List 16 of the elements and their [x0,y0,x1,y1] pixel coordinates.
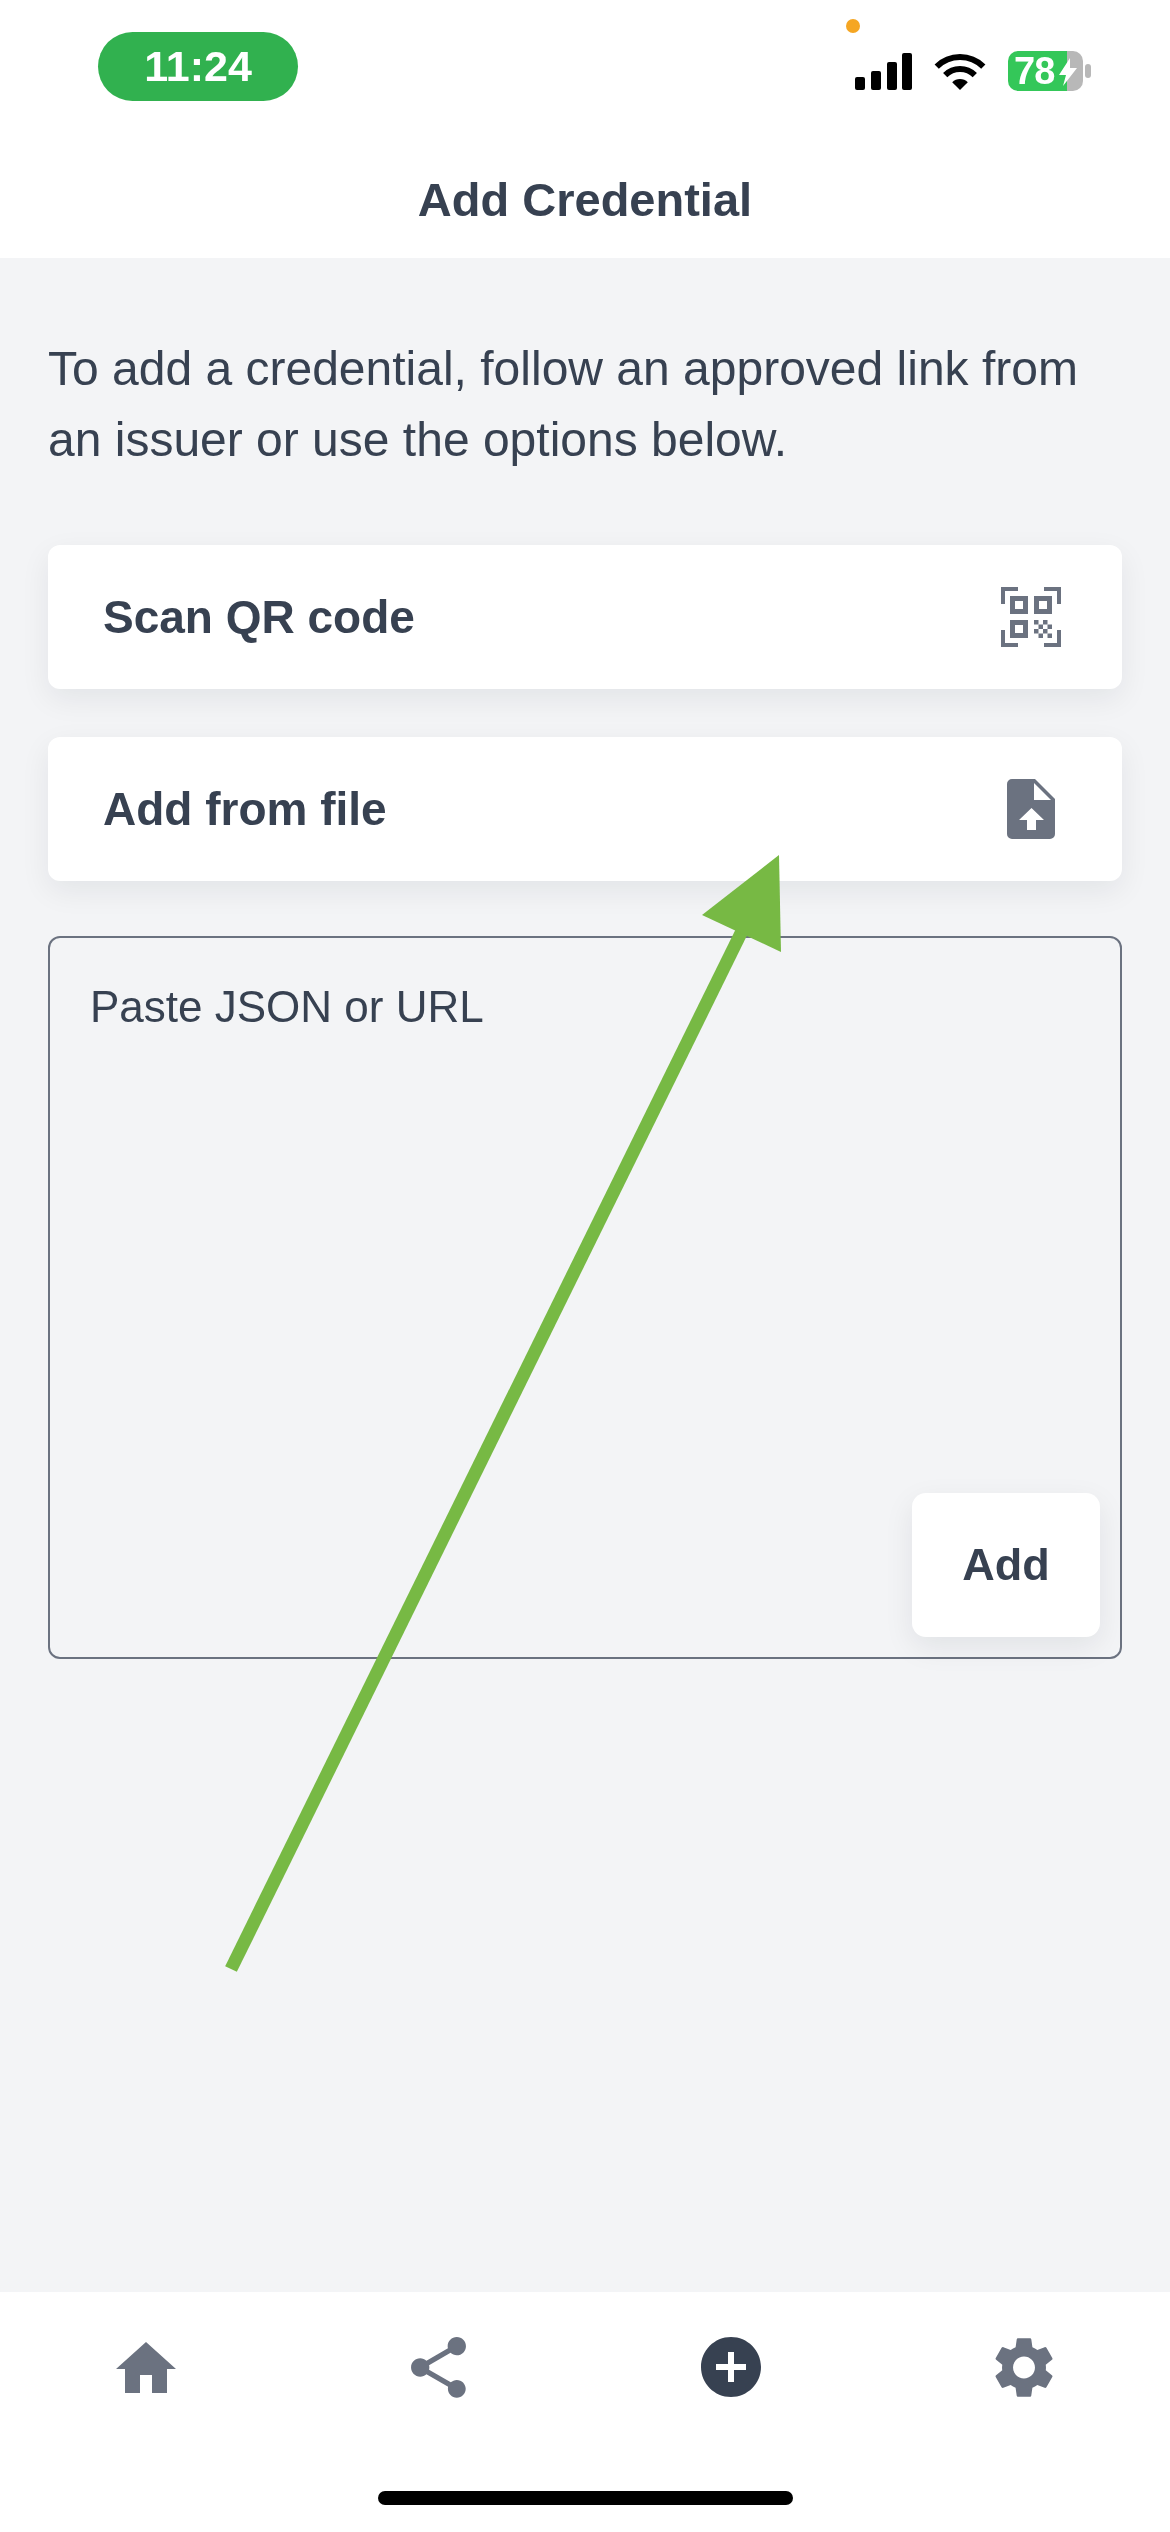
add-button[interactable]: Add [912,1493,1100,1637]
screen-title: Add Credential [417,171,753,227]
privacy-dot-icon [846,19,860,33]
battery-percent: 78 [1014,51,1055,91]
intro-text: To add a credential, follow an approved link from an issuer or use the options below. [48,341,1079,468]
charging-battery-icon [1008,51,1091,91]
status-time: 11:24 [98,32,298,101]
gear-icon [994,2336,1053,2398]
wifi-icon [934,51,986,91]
qr-code-icon [1001,587,1061,647]
add-from-file-button[interactable]: Add from file [48,737,1122,881]
file-upload-icon [1007,779,1055,839]
home-icon [116,2341,177,2393]
scan-qr-button[interactable]: Scan QR code [48,545,1122,689]
share-icon [411,2336,467,2398]
signal-icon [855,52,912,90]
